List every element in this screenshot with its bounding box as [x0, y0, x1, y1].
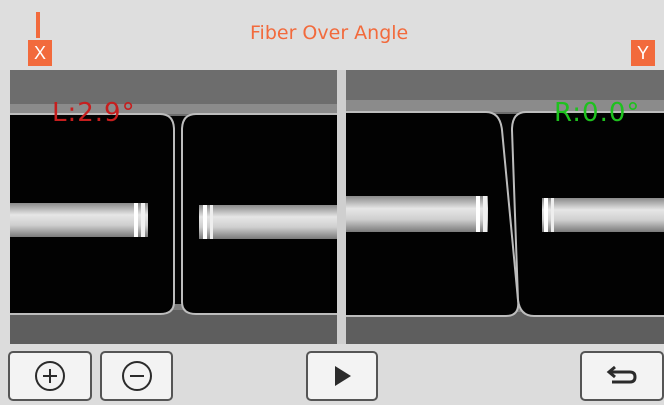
- right-angle-readout: R:0.0°: [554, 98, 641, 128]
- zoom-in-plus-icon: [35, 361, 65, 391]
- x-indicator-bar: [36, 12, 40, 38]
- zoom-out-minus-icon: [121, 361, 152, 391]
- return-back-icon: [606, 365, 637, 384]
- zoom-in-button[interactable]: [8, 351, 92, 401]
- left-angle-readout: L:2.9°: [52, 98, 136, 128]
- header-bar: X Fiber Over Angle Y: [0, 0, 664, 70]
- play-button[interactable]: [306, 351, 378, 401]
- camera-y-label: Y: [631, 40, 655, 66]
- back-button[interactable]: [580, 351, 664, 401]
- play-icon: [335, 366, 351, 386]
- zoom-out-button[interactable]: [100, 351, 173, 401]
- page-title: Fiber Over Angle: [250, 22, 409, 44]
- view-divider: [337, 70, 346, 344]
- camera-x-label: X: [28, 40, 52, 66]
